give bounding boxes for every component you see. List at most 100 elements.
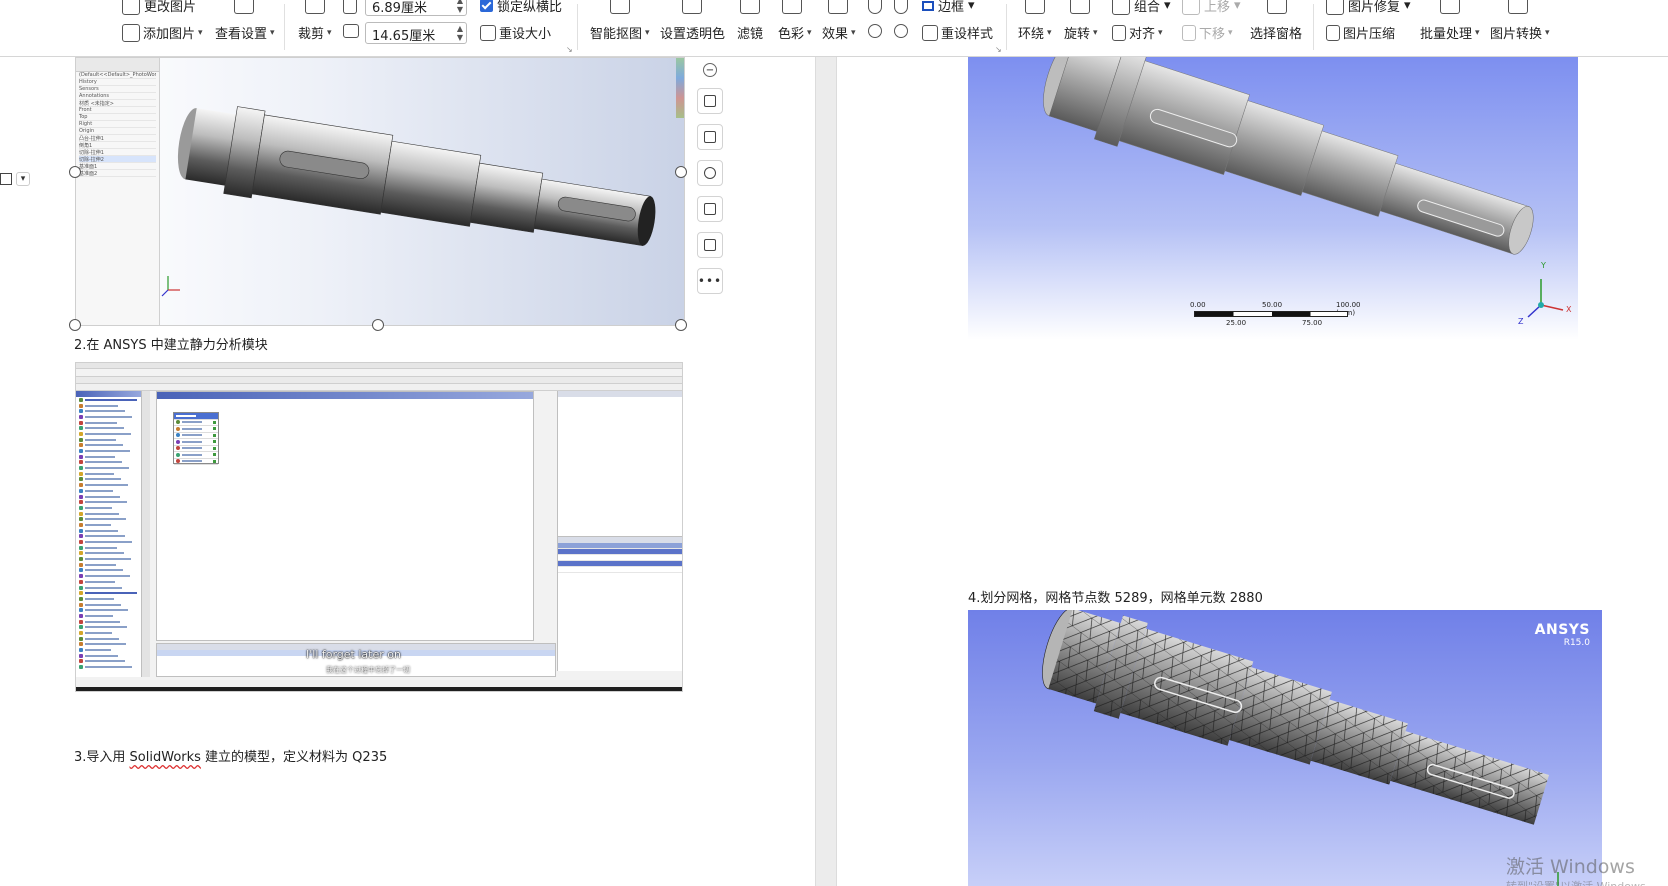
ribbon-separator: [1006, 4, 1007, 50]
smart-cutout-button[interactable]: 智能抠图 ▾: [590, 23, 650, 42]
send-backward-button[interactable]: 下移 ▾: [1182, 23, 1233, 42]
lock-aspect-checkbox[interactable]: 锁定纵横比: [480, 0, 562, 15]
mesh-model: [1042, 610, 1559, 886]
add-image-button[interactable]: 添加图片 ▾: [122, 23, 203, 42]
picture-tools-ribbon: 更改图片 6.89厘米 ▲ ▼ 锁定纵横比 边框 ▾ 组合 ▾ 上移 ▾ 图片修复 ▾ 添…: [0, 0, 1668, 57]
add-image-icon: [122, 23, 140, 42]
project-schematic: [156, 391, 534, 641]
toolbox-scrollbar[interactable]: [142, 391, 150, 677]
decrease-brightness-button[interactable]: [894, 24, 908, 38]
more-icon: •••: [697, 274, 723, 288]
video-progress-bar[interactable]: [76, 687, 682, 691]
effect-button[interactable]: 效果 ▾: [822, 23, 856, 42]
sun-dim-icon: [894, 24, 908, 38]
zoom-tool[interactable]: [697, 160, 723, 186]
toolbox-item[interactable]: [79, 664, 141, 670]
ansys-mesh-image[interactable]: ANSYS R15.0: [968, 610, 1602, 886]
size-dialog-launcher-icon[interactable]: ↘: [566, 45, 573, 54]
wrap-button[interactable]: 环绕 ▾: [1018, 23, 1052, 42]
contrast-icon[interactable]: [894, 0, 908, 14]
image-convert-button[interactable]: 图片转换 ▾: [1490, 23, 1550, 42]
increase-brightness-button[interactable]: [868, 24, 882, 38]
video-subtitle: I'll forget later on: [306, 648, 401, 661]
outline-panel: [557, 391, 682, 671]
workbench-tabs: [76, 384, 682, 391]
selection-pane-top-icon: [1267, 0, 1287, 14]
bring-forward-button[interactable]: 上移 ▾: [1182, 0, 1241, 15]
rotate-tool[interactable]: [697, 196, 723, 222]
crop-button[interactable]: 裁剪 ▾: [298, 23, 332, 42]
rotate-icon: [704, 203, 716, 215]
width-spinner-icon[interactable]: ▲ ▼: [457, 0, 463, 14]
spellcheck-word[interactable]: SolidWorks: [130, 750, 201, 765]
color-button[interactable]: 色彩 ▾: [778, 23, 812, 42]
set-transparent-button[interactable]: 设置透明色: [660, 23, 725, 42]
scale-bar: 0.00 50.00 100.00 (mm) 25.00 75.00: [1190, 301, 1361, 327]
width-field[interactable]: 6.89厘米 ▲ ▼: [365, 0, 467, 16]
brightness-icon[interactable]: [868, 0, 882, 14]
axis-y-label: Y: [1541, 261, 1546, 270]
crop-tool[interactable]: [697, 124, 723, 150]
axis-triad-icon: [1527, 279, 1564, 318]
caption-step-4: 4.划分网格，网格节点数 5289，网格单元数 2880: [968, 591, 1263, 606]
resize-handle-bottom-right[interactable]: [675, 319, 687, 331]
static-structural-system[interactable]: [173, 412, 219, 465]
checkbox-checked-icon: [480, 0, 493, 12]
batch-process-button[interactable]: 批量处理 ▾: [1420, 23, 1480, 42]
filter-button[interactable]: 滤镜: [737, 23, 763, 42]
reset-size-button[interactable]: 重设大小: [480, 23, 551, 42]
resize-handle-bottom[interactable]: [372, 319, 384, 331]
chevron-down-icon: ▾: [16, 172, 30, 186]
height-spinner-icon[interactable]: ▲ ▼: [457, 24, 463, 42]
height-field[interactable]: 14.65厘米 ▲ ▼: [365, 22, 467, 44]
send-backward-icon: [1182, 24, 1196, 41]
batch-top-icon: [1440, 0, 1460, 14]
filter-top-icon: [740, 0, 760, 14]
text-wrap-icon: [704, 95, 716, 107]
workbench-toolbox: [76, 391, 142, 677]
rotate-button[interactable]: 旋转 ▾: [1064, 23, 1098, 42]
collapse-tools-button[interactable]: −: [697, 57, 723, 83]
crop-top-icon: [305, 0, 325, 14]
selection-pane-button[interactable]: 选择窗格: [1250, 23, 1302, 42]
bring-forward-icon: [1182, 0, 1200, 15]
ansys-geometry-image[interactable]: Y X Z 0.00 50.00 100.00 (mm) 25.00 75.00: [968, 57, 1578, 340]
border-icon: [922, 0, 934, 11]
transparent-top-icon: [682, 0, 702, 14]
activation-watermark: 激活 Windows: [1506, 856, 1635, 878]
ribbon-separator: [284, 4, 285, 50]
ansys-workbench-screenshot[interactable]: I'll forget later on 我在这个过程中忘掉了一切: [75, 362, 683, 692]
caption-step-3: 3.导入用 SolidWorks 建立的模型，定义材料为 Q235: [74, 750, 388, 765]
shaft-geometry: [1043, 57, 1564, 318]
solidworks-shaft-image[interactable]: (Default<<Default>_PhotoWorks DHistorySe…: [75, 57, 685, 326]
more-tools-button[interactable]: •••: [697, 268, 723, 294]
group-button[interactable]: 组合 ▾: [1112, 0, 1171, 15]
view-settings-button[interactable]: 查看设置 ▾: [215, 23, 275, 42]
triad-icon: [161, 276, 180, 297]
color-top-icon: [782, 0, 802, 14]
change-image-button[interactable]: 更改图片: [122, 0, 196, 15]
page-gutter: [815, 57, 837, 886]
properties-panel: [558, 536, 682, 586]
cutout-tool[interactable]: [697, 232, 723, 258]
align-button[interactable]: 对齐 ▾: [1112, 23, 1163, 42]
workbench-toolbar: [76, 377, 682, 384]
style-dialog-launcher-icon[interactable]: ↘: [995, 45, 1002, 54]
reset-style-button[interactable]: 重设样式: [922, 23, 993, 42]
width-icon: [343, 0, 357, 14]
resize-handle-bottom-left[interactable]: [69, 319, 81, 331]
axis-x-label: X: [1566, 305, 1572, 314]
layout-options-toggle[interactable]: ▾: [0, 172, 30, 186]
wrap-layout-tool[interactable]: [697, 88, 723, 114]
convert-top-icon: [1508, 0, 1528, 14]
sun-icon: [868, 24, 882, 38]
axis-z-label: Z: [1518, 317, 1524, 326]
reset-style-icon: [922, 24, 938, 41]
smart-cutout-top-icon: [610, 0, 630, 14]
video-subtitle-cn: 我在这个过程中忘掉了一切: [326, 666, 410, 674]
border-button[interactable]: 边框 ▾: [922, 0, 975, 15]
image-repair-button[interactable]: 图片修复 ▾: [1326, 0, 1411, 15]
image-compress-button[interactable]: 图片压缩: [1326, 23, 1395, 42]
resize-handle-left[interactable]: [69, 166, 81, 178]
resize-handle-right[interactable]: [675, 166, 687, 178]
